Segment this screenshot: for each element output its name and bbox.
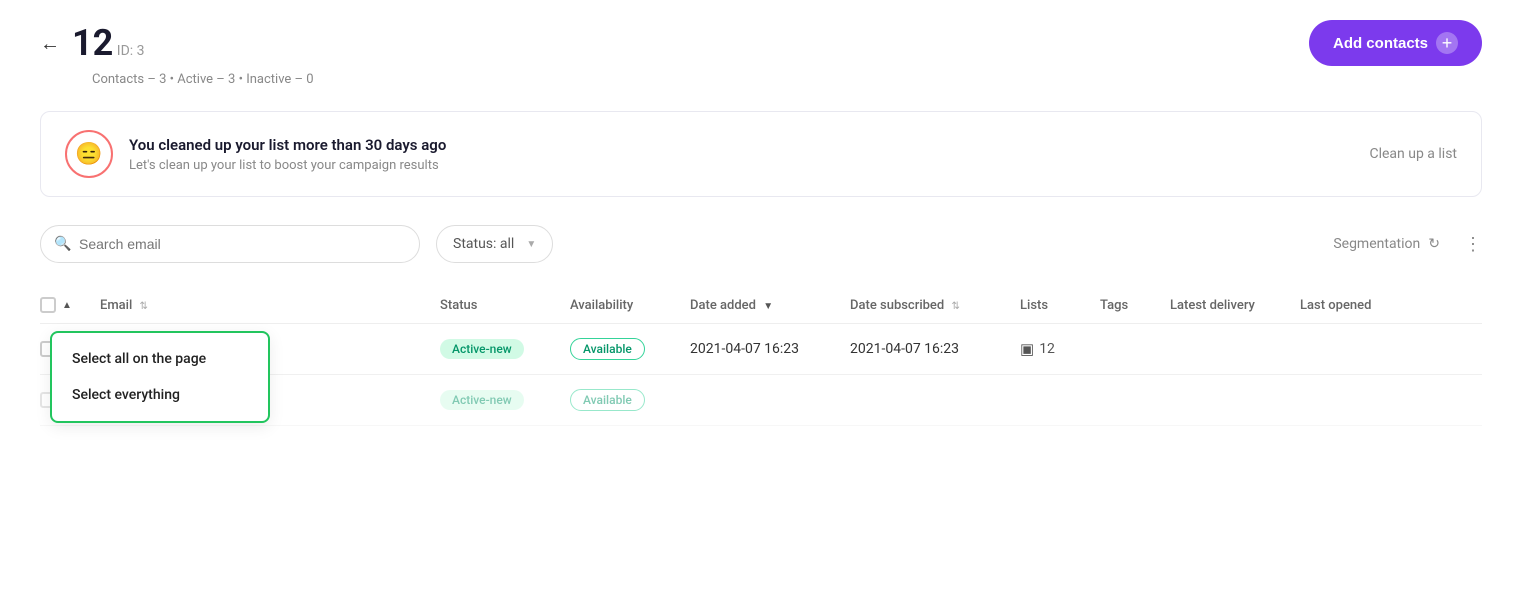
- lists-col-label: Lists: [1020, 298, 1048, 313]
- email-col-label: Email: [100, 298, 132, 313]
- search-icon: 🔍: [54, 236, 71, 252]
- tags-col-label: Tags: [1100, 298, 1128, 313]
- row-status-2: Active-new: [440, 390, 570, 410]
- email-sort-icon[interactable]: ⇅: [140, 301, 148, 312]
- banner-text-block: You cleaned up your list more than 30 da…: [129, 136, 446, 173]
- select-all-checkbox[interactable]: [40, 297, 56, 313]
- table-container: ▲ Email ⇅ Status Availability Date added…: [40, 287, 1482, 426]
- row-lists-1: ▣ 12: [1020, 340, 1100, 358]
- header-row: ← 12 ID: 3 Add contacts +: [40, 20, 1482, 66]
- col-date-sub-header: Date subscribed ⇅: [850, 298, 1020, 313]
- col-email-header: Email ⇅: [100, 298, 440, 313]
- row-status-1: Active-new: [440, 339, 570, 359]
- header-left: ← 12 ID: 3: [40, 25, 145, 61]
- add-contacts-label: Add contacts: [1333, 35, 1428, 52]
- page-wrapper: ← 12 ID: 3 Add contacts + Contacts – 3 •…: [0, 0, 1522, 589]
- lists-cell-1: ▣ 12: [1020, 340, 1100, 358]
- col-last-header: Last opened: [1300, 298, 1410, 313]
- cleanup-link[interactable]: Clean up a list: [1369, 146, 1457, 162]
- col-check-header: ▲: [40, 297, 100, 313]
- col-lists-header: Lists: [1020, 298, 1100, 313]
- col-tags-header: Tags: [1100, 298, 1170, 313]
- cleanup-banner-left: 😑 You cleaned up your list more than 30 …: [65, 130, 446, 178]
- select-everything-item[interactable]: Select everything: [52, 377, 268, 413]
- banner-title: You cleaned up your list more than 30 da…: [129, 136, 446, 154]
- more-options-icon[interactable]: ⋮: [1464, 234, 1482, 255]
- avail-col-label: Availability: [570, 298, 633, 313]
- select-dropdown-popup: Select all on the page Select everything: [50, 331, 270, 423]
- date-added-sort-icon[interactable]: ▼: [763, 301, 773, 312]
- refresh-icon: ↻: [1428, 236, 1440, 252]
- row-date-added-1: 2021-04-07 16:23: [690, 341, 850, 357]
- status-col-label: Status: [440, 298, 477, 313]
- list-number-block: 12 ID: 3: [72, 25, 145, 61]
- list-icon-1: ▣: [1020, 340, 1034, 358]
- status-badge-1: Active-new: [440, 339, 524, 359]
- date-added-col-label: Date added: [690, 298, 756, 313]
- status-dropdown[interactable]: Status: all ▼: [436, 225, 553, 263]
- filter-row: 🔍 Status: all ▼ Segmentation ↻ ⋮: [40, 225, 1482, 263]
- search-wrapper: 🔍: [40, 225, 420, 263]
- row-avail-2: Available: [570, 389, 690, 411]
- date-sub-col-label: Date subscribed: [850, 298, 944, 313]
- plus-icon: +: [1436, 32, 1458, 54]
- avail-badge-2: Available: [570, 389, 645, 411]
- lists-count-1: 12: [1039, 341, 1055, 357]
- stats-row: Contacts – 3 • Active – 3 • Inactive – 0: [92, 72, 1482, 87]
- emoji-circle: 😑: [65, 130, 113, 178]
- status-dropdown-label: Status: all: [453, 236, 514, 252]
- add-contacts-button[interactable]: Add contacts +: [1309, 20, 1482, 66]
- date-sub-sort-icon[interactable]: ⇅: [951, 301, 959, 312]
- row-avail-1: Available: [570, 338, 690, 360]
- list-number: 12: [72, 22, 113, 64]
- col-latest-header: Latest delivery: [1170, 298, 1300, 313]
- select-all-on-page-item[interactable]: Select all on the page: [52, 341, 268, 377]
- col-date-added-header: Date added ▼: [690, 298, 850, 313]
- row-date-sub-1: 2021-04-07 16:23: [850, 341, 1020, 357]
- banner-subtitle: Let's clean up your list to boost your c…: [129, 158, 446, 173]
- col-avail-header: Availability: [570, 298, 690, 313]
- latest-col-label: Latest delivery: [1170, 298, 1255, 313]
- list-id: ID: 3: [117, 43, 145, 59]
- segmentation-button[interactable]: Segmentation ↻: [1333, 236, 1440, 252]
- search-input[interactable]: [40, 225, 420, 263]
- segmentation-label: Segmentation: [1333, 236, 1420, 252]
- banner-emoji: 😑: [75, 142, 102, 167]
- table-header: ▲ Email ⇅ Status Availability Date added…: [40, 287, 1482, 324]
- chevron-down-icon: ▼: [526, 239, 536, 250]
- cleanup-banner: 😑 You cleaned up your list more than 30 …: [40, 111, 1482, 197]
- last-col-label: Last opened: [1300, 298, 1371, 313]
- avail-badge-1: Available: [570, 338, 645, 360]
- back-button[interactable]: ←: [40, 33, 60, 53]
- select-chevron-icon[interactable]: ▲: [62, 300, 72, 311]
- col-status-header: Status: [440, 298, 570, 313]
- status-badge-2: Active-new: [440, 390, 524, 410]
